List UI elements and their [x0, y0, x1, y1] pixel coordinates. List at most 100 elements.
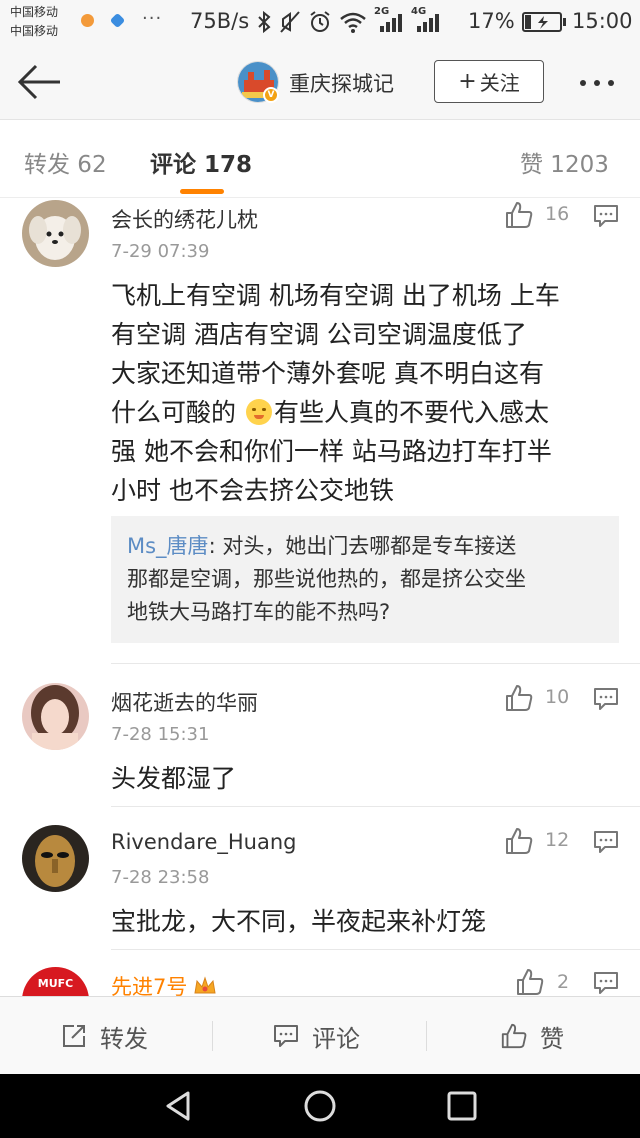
reply-line: Ms_唐唐: 对头，她出门去哪都是专车接送	[127, 530, 603, 563]
battery-percent: 17%	[468, 9, 515, 33]
active-tab-indicator	[180, 189, 224, 194]
wifi-icon	[340, 12, 366, 33]
nav-home-icon[interactable]	[302, 1088, 338, 1124]
like-button[interactable]: 赞	[500, 997, 564, 1075]
comment-line: 大家还知道带个薄外套呢 真不明白这有	[111, 359, 544, 388]
comment-author[interactable]: 会长的绣花儿枕	[111, 204, 258, 234]
dot-icon	[594, 80, 600, 86]
like-button[interactable]	[504, 200, 534, 230]
tab-likes[interactable]: 赞 1203	[520, 145, 609, 179]
comment-icon	[594, 972, 618, 994]
reply-preview[interactable]: Ms_唐唐: 对头，她出门去哪都是专车接送 那都是空调，那些说他热的，都是挤公交…	[111, 516, 619, 643]
comment-item: MUFC 先进7号 2	[0, 951, 640, 996]
battery-charging-icon	[522, 12, 566, 32]
comment-text: 头发都湿了	[111, 764, 237, 793]
comment-line: 小时 也不会去挤公交地铁	[111, 476, 394, 505]
plus-icon: +	[458, 69, 477, 94]
smirk-emoji-icon	[245, 399, 272, 425]
like-button[interactable]	[504, 683, 534, 713]
thumbs-up-icon	[506, 828, 533, 854]
reply-line: 地铁大马路打车的能不热吗?	[127, 600, 391, 624]
tab-comments[interactable]: 评论 178	[150, 145, 252, 179]
comment-author-name: 先进7号	[111, 975, 188, 996]
back-button[interactable]	[14, 60, 62, 104]
network-speed: 75B/s	[190, 9, 250, 33]
comment-author[interactable]: Rivendare_Huang	[111, 830, 296, 854]
signal-icon: 2G	[374, 6, 404, 34]
crown-icon	[194, 976, 216, 994]
thumbs-up-icon	[501, 1023, 527, 1049]
divider	[111, 663, 640, 664]
divider	[111, 949, 640, 950]
top-nav-bar: V 重庆探城记 + 关注	[0, 44, 640, 120]
share-icon	[63, 1025, 85, 1047]
nav-recents-icon[interactable]	[444, 1088, 480, 1124]
comment-button[interactable]: 评论	[272, 997, 360, 1075]
thumbs-up-icon	[506, 685, 533, 711]
reply-button[interactable]	[592, 202, 620, 230]
comment-icon	[594, 205, 618, 227]
comment-icon	[594, 831, 618, 853]
avatar[interactable]	[22, 200, 89, 267]
repost-label: 转发	[100, 1024, 148, 1053]
more-notifications-icon: ···	[142, 8, 163, 29]
comment-line: 飞机上有空调 机场有空调 出了机场 上车	[111, 281, 560, 310]
reply-button[interactable]	[592, 685, 620, 713]
like-count: 10	[545, 686, 570, 708]
avatar[interactable]	[22, 825, 89, 892]
follow-label: 关注	[479, 71, 520, 95]
avatar[interactable]: MUFC	[22, 967, 89, 996]
comment-line-part: 有些人真的不要代入感太	[273, 398, 549, 427]
signal-icon: 4G	[411, 6, 441, 34]
divider	[111, 806, 640, 807]
alarm-icon	[310, 11, 330, 32]
comment-author[interactable]: 烟花逝去的华丽	[111, 687, 258, 717]
notification-icon	[109, 12, 126, 29]
thumbs-up-icon	[506, 202, 533, 228]
repost-button[interactable]: 转发	[60, 997, 148, 1075]
comment-line: 强 她不会和你们一样 站马路边打车打半	[111, 437, 552, 466]
carrier-label: 中国移动	[10, 24, 59, 38]
notification-icon	[81, 14, 94, 27]
like-button[interactable]	[504, 826, 534, 856]
comment-label: 评论	[312, 1024, 360, 1053]
dot-icon	[580, 80, 586, 86]
divider	[426, 1021, 427, 1051]
like-count: 16	[545, 203, 570, 225]
more-options-button[interactable]	[580, 80, 614, 86]
comment-icon	[594, 688, 618, 710]
comment-line: 有空调 酒店有空调 公司空调温度低了	[111, 320, 527, 349]
reply-button[interactable]	[592, 969, 620, 996]
like-button[interactable]	[515, 967, 545, 996]
comment-time: 7-28 15:31	[111, 724, 210, 745]
comment-line-part: 什么可酸的	[111, 398, 237, 427]
bottom-action-bar: 转发 评论 赞	[0, 996, 640, 1074]
comment-text: 飞机上有空调 机场有空调 出了机场 上车 有空调 酒店有空调 公司空调温度低了 …	[111, 276, 621, 510]
follow-button[interactable]: + 关注	[434, 60, 544, 103]
like-count: 2	[557, 971, 570, 993]
nav-back-icon[interactable]	[160, 1088, 196, 1124]
comment-text: 宝批龙，大不同，半夜起来补灯笼	[111, 907, 487, 936]
comment-time: 7-29 07:39	[111, 241, 210, 262]
thumbs-up-icon	[517, 969, 544, 995]
comment-item: 会长的绣花儿枕 7-29 07:39 16 飞机上有空调 机场有空调 出了机场 …	[0, 198, 640, 664]
comment-line: 什么可酸的 有些人真的不要代入感太	[111, 393, 621, 432]
comment-item: Rivendare_Huang 7-28 23:58 12 宝批龙，大不同，半夜…	[0, 808, 640, 950]
verified-badge-icon: V	[263, 87, 279, 103]
tab-reposts[interactable]: 转发 62	[24, 145, 107, 179]
clock: 15:00	[572, 9, 633, 33]
comment-icon	[274, 1025, 298, 1047]
person-avatar-icon	[22, 683, 89, 750]
status-bar: 中国移动 中国移动 ··· 75B/s 2G 4G 17% 15:00	[0, 0, 640, 44]
reply-button[interactable]	[592, 828, 620, 856]
reply-author[interactable]: Ms_唐唐	[127, 534, 209, 558]
system-nav-bar	[0, 1074, 640, 1138]
avatar[interactable]	[22, 683, 89, 750]
like-count: 12	[545, 829, 570, 851]
dog-avatar-icon	[22, 200, 89, 267]
like-label: 赞	[540, 1024, 564, 1053]
divider	[212, 1021, 213, 1051]
comment-author[interactable]: 先进7号	[111, 971, 217, 996]
tab-bar: 转发 62 评论 178 赞 1203	[0, 121, 640, 198]
bluetooth-icon	[258, 10, 271, 34]
